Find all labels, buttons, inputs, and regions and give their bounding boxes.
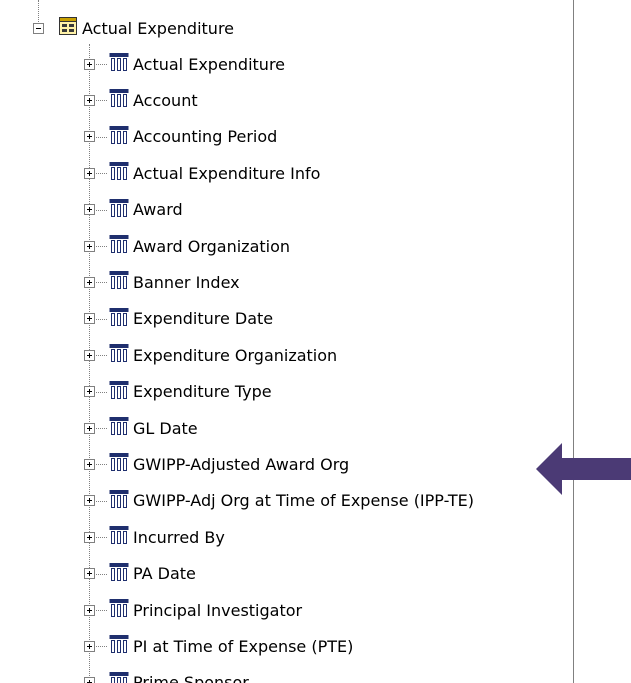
tree-node[interactable]: Award Organization	[84, 228, 290, 264]
expand-toggle[interactable]	[84, 131, 95, 143]
tree-node-label: Accounting Period	[133, 127, 278, 147]
tree-node[interactable]: Expenditure Type	[84, 374, 272, 410]
expand-toggle[interactable]	[84, 458, 95, 470]
expand-toggle[interactable]	[84, 640, 95, 652]
dimension-columns-icon	[109, 452, 129, 476]
expand-toggle[interactable]	[84, 167, 95, 179]
tree-node-label: Expenditure Type	[133, 382, 272, 402]
expand-toggle[interactable]	[84, 677, 95, 683]
folder-table-icon	[58, 16, 78, 40]
dimension-columns-icon	[109, 671, 129, 683]
expand-toggle[interactable]	[84, 568, 95, 580]
tree-node[interactable]: Expenditure Organization	[84, 337, 337, 373]
tree-node-label: Account	[133, 90, 198, 110]
left-arrow-icon	[536, 443, 631, 499]
expand-toggle[interactable]	[84, 204, 95, 216]
tree-node-label: Expenditure Date	[133, 309, 274, 329]
dimension-columns-icon	[109, 343, 129, 367]
tree-node-label: PI at Time of Expense (PTE)	[133, 636, 354, 656]
tree-node-label: Prime Sponsor	[133, 673, 249, 683]
tree-node[interactable]: Actual Expenditure Info	[84, 155, 320, 191]
tree-panel: Actual Expenditure Actual Expenditure Acc…	[0, 0, 574, 683]
dimension-columns-icon	[109, 380, 129, 404]
tree-node[interactable]: Expenditure Date	[84, 301, 273, 337]
tree-node-label: Expenditure Organization	[133, 345, 338, 365]
dimension-columns-icon	[109, 307, 129, 331]
tree-node-label: GWIPP-Adj Org at Time of Expense (IPP-TE…	[133, 491, 475, 511]
tree-node[interactable]: GWIPP-Adjusted Award Org	[84, 446, 349, 482]
tree-view: Actual Expenditure Actual Expenditure Acc…	[0, 0, 573, 683]
tree-node[interactable]: GWIPP-Adj Org at Time of Expense (IPP-TE…	[84, 483, 474, 519]
dimension-columns-icon	[109, 525, 129, 549]
collapse-toggle[interactable]	[33, 22, 44, 34]
expand-toggle[interactable]	[84, 313, 95, 325]
tree-node-label: Actual Expenditure	[82, 18, 235, 38]
tree-node[interactable]: Accounting Period	[84, 119, 277, 155]
dimension-columns-icon	[109, 598, 129, 622]
expand-toggle[interactable]	[84, 58, 95, 70]
tree-node[interactable]: Account	[84, 82, 198, 118]
tree-node-label: Award Organization	[133, 236, 291, 256]
tree-node-label: Actual Expenditure	[133, 54, 286, 74]
dimension-columns-icon	[109, 634, 129, 658]
tree-node-label: PA Date	[133, 564, 196, 584]
expand-toggle[interactable]	[84, 349, 95, 361]
expand-toggle[interactable]	[84, 386, 95, 398]
tree-node-label: Actual Expenditure Info	[133, 163, 321, 183]
dimension-columns-icon	[109, 198, 129, 222]
dimension-columns-icon	[109, 234, 129, 258]
expand-toggle[interactable]	[84, 495, 95, 507]
tree-node[interactable]: PI at Time of Expense (PTE)	[84, 628, 353, 664]
tree-node[interactable]: PA Date	[84, 556, 196, 592]
tree-node-label: Banner Index	[133, 272, 240, 292]
tree-node-label: GL Date	[133, 418, 198, 438]
expand-toggle[interactable]	[84, 531, 95, 543]
tree-node[interactable]: Actual Expenditure	[84, 46, 285, 82]
expand-toggle[interactable]	[84, 276, 95, 288]
tree-node[interactable]: Banner Index	[84, 264, 240, 300]
dimension-columns-icon	[109, 489, 129, 513]
dimension-columns-icon	[109, 416, 129, 440]
expand-toggle[interactable]	[84, 94, 95, 106]
dimension-columns-icon	[109, 52, 129, 76]
tree-node-label: Award	[133, 200, 183, 220]
tree-node[interactable]: Principal Investigator	[84, 592, 302, 628]
tree-node-label: Principal Investigator	[133, 600, 303, 620]
tree-node-label: Incurred By	[133, 527, 225, 547]
dimension-columns-icon	[109, 562, 129, 586]
tree-node[interactable]: GL Date	[84, 410, 198, 446]
tree-node[interactable]: Prime Sponsor	[84, 665, 249, 683]
dimension-columns-icon	[109, 270, 129, 294]
dimension-columns-icon	[109, 161, 129, 185]
expand-toggle[interactable]	[84, 240, 95, 252]
dimension-columns-icon	[109, 125, 129, 149]
tree-node-root[interactable]: Actual Expenditure	[33, 10, 234, 46]
tree-node[interactable]: Incurred By	[84, 519, 225, 555]
expand-toggle[interactable]	[84, 604, 95, 616]
tree-node-label: GWIPP-Adjusted Award Org	[133, 454, 350, 474]
dimension-columns-icon	[109, 88, 129, 112]
expand-toggle[interactable]	[84, 422, 95, 434]
tree-node[interactable]: Award	[84, 192, 183, 228]
